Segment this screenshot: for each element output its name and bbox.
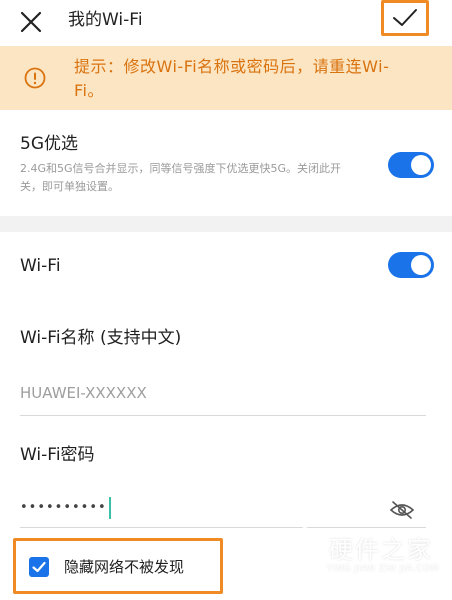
watermark-logo — [285, 526, 325, 574]
close-icon[interactable] — [18, 9, 44, 35]
prefer-5g-title: 5G优选 — [20, 134, 78, 154]
hidden-network-option: 隐藏网络不被发现 — [13, 538, 223, 594]
prefer-5g-toggle[interactable] — [388, 152, 434, 178]
info-icon — [24, 67, 46, 89]
section-divider — [0, 216, 452, 232]
watermark: 硬件之家 YING JIAN ZHI JIA.COM — [283, 524, 443, 594]
eye-off-icon[interactable] — [389, 500, 415, 520]
check-icon — [393, 9, 417, 26]
confirm-button[interactable] — [381, 0, 429, 36]
toggle-knob — [411, 155, 431, 175]
hidden-network-checkbox[interactable] — [29, 557, 49, 577]
wifi-password-label: Wi-Fi密码 — [20, 445, 95, 465]
notice-text: 提示：修改Wi-Fi名称或密码后，请重连Wi-Fi。 — [74, 57, 390, 100]
top-bar: 我的Wi-Fi — [0, 0, 452, 46]
watermark-title: 硬件之家 — [329, 536, 433, 564]
page-title: 我的Wi-Fi — [68, 10, 143, 30]
checkmark-icon — [32, 561, 46, 573]
text-cursor — [108, 496, 111, 519]
notice-banner: 提示：修改Wi-Fi名称或密码后，请重连Wi-Fi。 — [0, 46, 452, 110]
wifi-name-label: Wi-Fi名称 (支持中文) — [20, 328, 182, 348]
wifi-name-input[interactable]: HUAWEI-XXXXXX — [20, 378, 426, 416]
password-value: •••••••••• — [20, 500, 107, 515]
wifi-toggle[interactable] — [388, 252, 434, 278]
toggle-knob — [411, 255, 431, 275]
wifi-label: Wi-Fi — [20, 256, 61, 276]
prefer-5g-description: 2.4G和5G信号合并显示，同等信号强度下优选更快5G。关闭此开关，即可单独设置… — [20, 162, 342, 193]
hidden-network-label: 隐藏网络不被发现 — [64, 558, 185, 576]
watermark-subtitle: YING JIAN ZHI JIA.COM — [327, 564, 440, 574]
